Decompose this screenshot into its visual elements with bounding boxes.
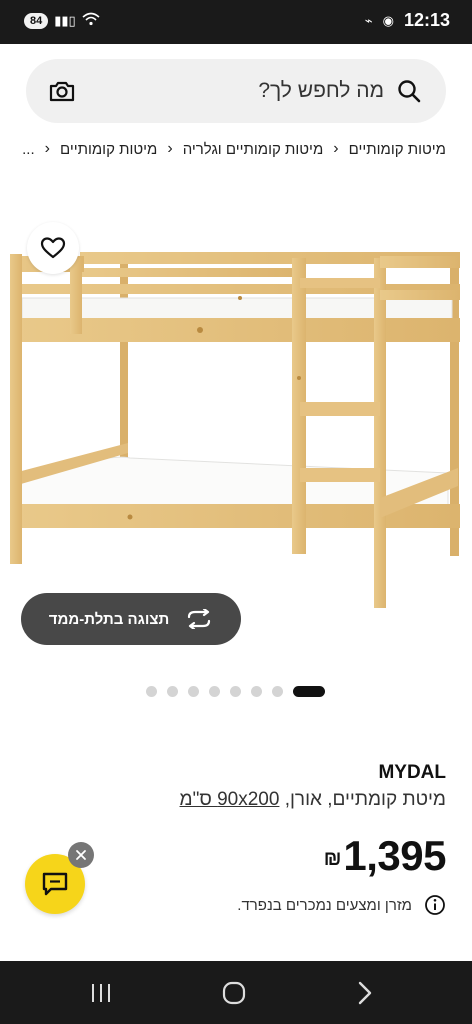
status-left: 84 ▮▮▯ (24, 12, 100, 29)
product-name: MYDAL (378, 762, 446, 783)
status-bar: 84 ▮▮▯ ⌁ ◉ 12:13 (0, 0, 472, 44)
breadcrumb: מיטות קומותיים ‹ מיטות קומותיים וגלריה ‹… (22, 140, 446, 158)
battery-indicator: 84 (24, 12, 49, 29)
chevron-left-icon: ‹ (44, 140, 50, 157)
rotate-3d-icon (188, 609, 211, 629)
back-button[interactable] (350, 979, 380, 1007)
breadcrumb-item-2[interactable]: מיטות קומותיים (60, 141, 157, 158)
breadcrumb-item-1[interactable]: מיטות קומותיים וגלריה (183, 141, 324, 158)
link-icon: ⌁ (364, 12, 373, 28)
carousel-dot[interactable] (272, 686, 283, 697)
carousel-dot[interactable] (251, 686, 262, 697)
chrome-icon: ◉ (382, 12, 394, 28)
search-input[interactable]: מה לחפש לך? (258, 79, 384, 103)
chat-close-button[interactable] (68, 842, 94, 868)
size-link[interactable]: 90x200 ס"מ (180, 789, 280, 810)
carousel-dot[interactable] (293, 686, 325, 697)
search-icon[interactable] (396, 78, 422, 104)
search-bar[interactable]: מה לחפש לך? (26, 59, 446, 123)
close-icon (76, 850, 86, 860)
price-value: 1,395 (343, 832, 446, 879)
mattress-note: מזרן ומצעים נמכרים בנפרד. (237, 894, 446, 916)
chat-icon (42, 872, 68, 896)
home-button[interactable] (219, 979, 249, 1007)
breadcrumb-ellipsis[interactable]: ... (22, 141, 35, 158)
favorite-button[interactable] (27, 222, 79, 274)
product-price: ₪ 1,395 (323, 832, 447, 880)
carousel-dots (146, 686, 325, 697)
carousel-dot[interactable] (188, 686, 199, 697)
chevron-left-icon: ‹ (167, 140, 173, 157)
mattress-note-text: מזרן ומצעים נמכרים בנפרד. (237, 896, 412, 914)
clock: 12:13 (403, 10, 450, 30)
wifi-icon (82, 12, 100, 29)
chevron-left-icon: ‹ (333, 140, 339, 157)
view-3d-button[interactable]: תצוגה בתלת-ממד (21, 593, 241, 645)
heart-icon (40, 237, 66, 259)
signal-icon: ▮▮▯ (54, 12, 76, 28)
carousel-dot[interactable] (230, 686, 241, 697)
view-3d-label: תצוגה בתלת-ממד (48, 610, 170, 628)
breadcrumb-item-0[interactable]: מיטות קומותיים (349, 141, 446, 158)
price-currency: ₪ (323, 848, 342, 870)
product-description: מיטת קומתיים, אורן, 90x200 ס"מ (180, 789, 446, 811)
carousel-dot[interactable] (209, 686, 220, 697)
status-right: ⌁ ◉ 12:13 (365, 10, 450, 31)
system-nav-bar (0, 961, 472, 1024)
carousel-dot[interactable] (167, 686, 178, 697)
product-description-text: מיטת קומתיים, אורן, (279, 789, 446, 810)
recent-apps-button[interactable] (86, 979, 116, 1007)
info-icon[interactable] (424, 894, 446, 916)
camera-icon[interactable] (48, 77, 76, 105)
product-image[interactable] (0, 228, 472, 618)
carousel-dot[interactable] (146, 686, 157, 697)
